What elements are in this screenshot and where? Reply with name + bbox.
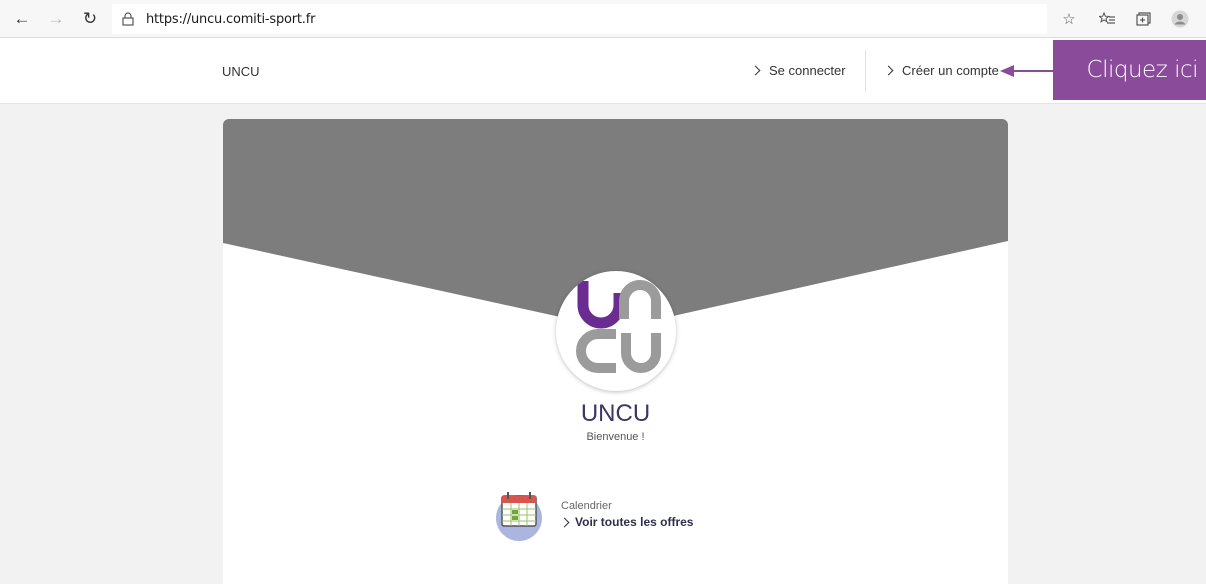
lock-icon xyxy=(122,12,134,26)
club-card: UNCU Bienvenue ! Calendrier Voir toutes … xyxy=(223,119,1008,584)
welcome-text: Bienvenue ! xyxy=(586,431,645,443)
calendar-icon[interactable] xyxy=(496,486,542,542)
club-logo xyxy=(556,271,676,391)
collections-icon[interactable] xyxy=(1134,10,1152,28)
login-label: Se connecter xyxy=(769,63,846,78)
site-header: UNCU Se connecter Créer un compte xyxy=(0,38,1206,104)
star-icon[interactable]: ☆ xyxy=(1060,10,1078,28)
nav-divider xyxy=(865,50,866,92)
club-name: UNCU xyxy=(580,400,651,427)
profile-icon[interactable] xyxy=(1171,10,1189,28)
chevron-right-icon xyxy=(559,517,570,527)
back-icon[interactable]: ← xyxy=(12,9,32,29)
brand-link[interactable]: UNCU xyxy=(222,64,260,79)
signup-label: Créer un compte xyxy=(902,63,999,78)
view-all-offers-label: Voir toutes les offres xyxy=(575,515,694,529)
calendar-label: Calendrier xyxy=(561,500,612,512)
annotation-arrow-icon xyxy=(1000,65,1054,77)
login-link[interactable]: Se connecter xyxy=(750,63,846,78)
signup-link[interactable]: Créer un compte xyxy=(883,63,999,78)
refresh-icon[interactable]: ↻ xyxy=(80,9,100,29)
browser-toolbar: ← → ↻ https://uncu.comiti-sport.fr ☆ xyxy=(0,0,1206,38)
favorites-icon[interactable] xyxy=(1098,10,1116,28)
annotation-callout: Cliquez ici xyxy=(1053,40,1206,100)
address-bar[interactable]: https://uncu.comiti-sport.fr xyxy=(112,4,1047,34)
forward-icon[interactable]: → xyxy=(46,9,66,29)
chevron-right-icon xyxy=(750,65,761,76)
url-text[interactable]: https://uncu.comiti-sport.fr xyxy=(146,12,315,27)
view-all-offers-link[interactable]: Voir toutes les offres xyxy=(559,515,694,529)
chevron-right-icon xyxy=(883,65,894,76)
